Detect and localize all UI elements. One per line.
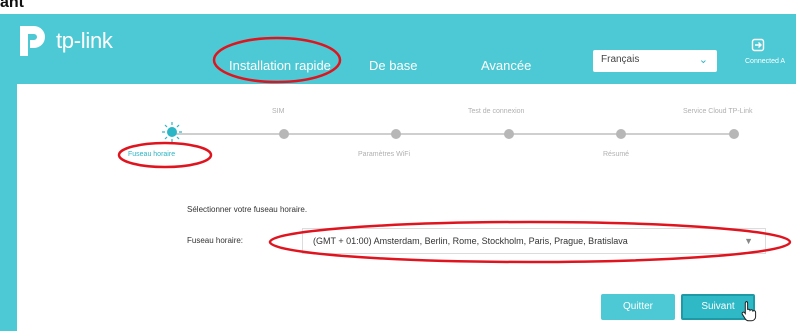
- tp-link-logo: tp-link: [14, 22, 113, 60]
- step-dot-test-connexion: [504, 129, 514, 139]
- content-panel: [17, 84, 796, 331]
- chevron-down-icon: ⌄: [698, 54, 708, 66]
- timezone-label: Fuseau horaire:: [187, 236, 244, 245]
- cropped-caption: ant: [0, 0, 70, 14]
- step-label-fuseau-horaire: Fuseau horaire: [128, 151, 176, 158]
- timezone-select[interactable]: (GMT + 01:00) Amsterdam, Berlin, Rome, S…: [302, 228, 766, 254]
- step-label-resume: Résumé: [603, 151, 630, 158]
- language-select[interactable]: Français ⌄: [593, 50, 717, 72]
- quit-button[interactable]: Quitter: [601, 294, 675, 320]
- step-dot-resume: [616, 129, 626, 139]
- step-label-sim: SIM: [272, 108, 285, 115]
- step-dot-sim: [279, 129, 289, 139]
- dropdown-arrow-icon: ▼: [744, 236, 753, 246]
- step-label-service-cloud: Service Cloud TP-Link: [683, 108, 753, 115]
- step-dot-service-cloud: [729, 129, 739, 139]
- tab-de-base[interactable]: De base: [369, 58, 417, 74]
- step-label-test-connexion: Test de connexion: [468, 108, 525, 115]
- caption-text: ant: [0, 0, 24, 11]
- timezone-value: (GMT + 01:00) Amsterdam, Berlin, Rome, S…: [313, 236, 628, 246]
- step-label-parametres-wifi: Paramètres WiFi: [358, 151, 411, 158]
- tp-link-logo-icon: [20, 26, 45, 56]
- section-title: Sélectionner votre fuseau horaire.: [187, 205, 308, 214]
- logo-text: tp-link: [56, 28, 113, 53]
- connected-label: Connected A: [745, 58, 786, 65]
- wizard-progress-track: [171, 133, 737, 135]
- tab-avancee[interactable]: Avancée: [481, 58, 531, 74]
- hand-cursor-icon: [741, 301, 757, 322]
- step-dot-parametres-wifi: [391, 129, 401, 139]
- current-step-icon: [162, 122, 182, 142]
- tab-installation-rapide[interactable]: Installation rapide: [229, 58, 331, 74]
- language-value: Français: [601, 54, 640, 65]
- logout-icon: [751, 38, 765, 52]
- connected-button[interactable]: Connected A: [745, 38, 795, 65]
